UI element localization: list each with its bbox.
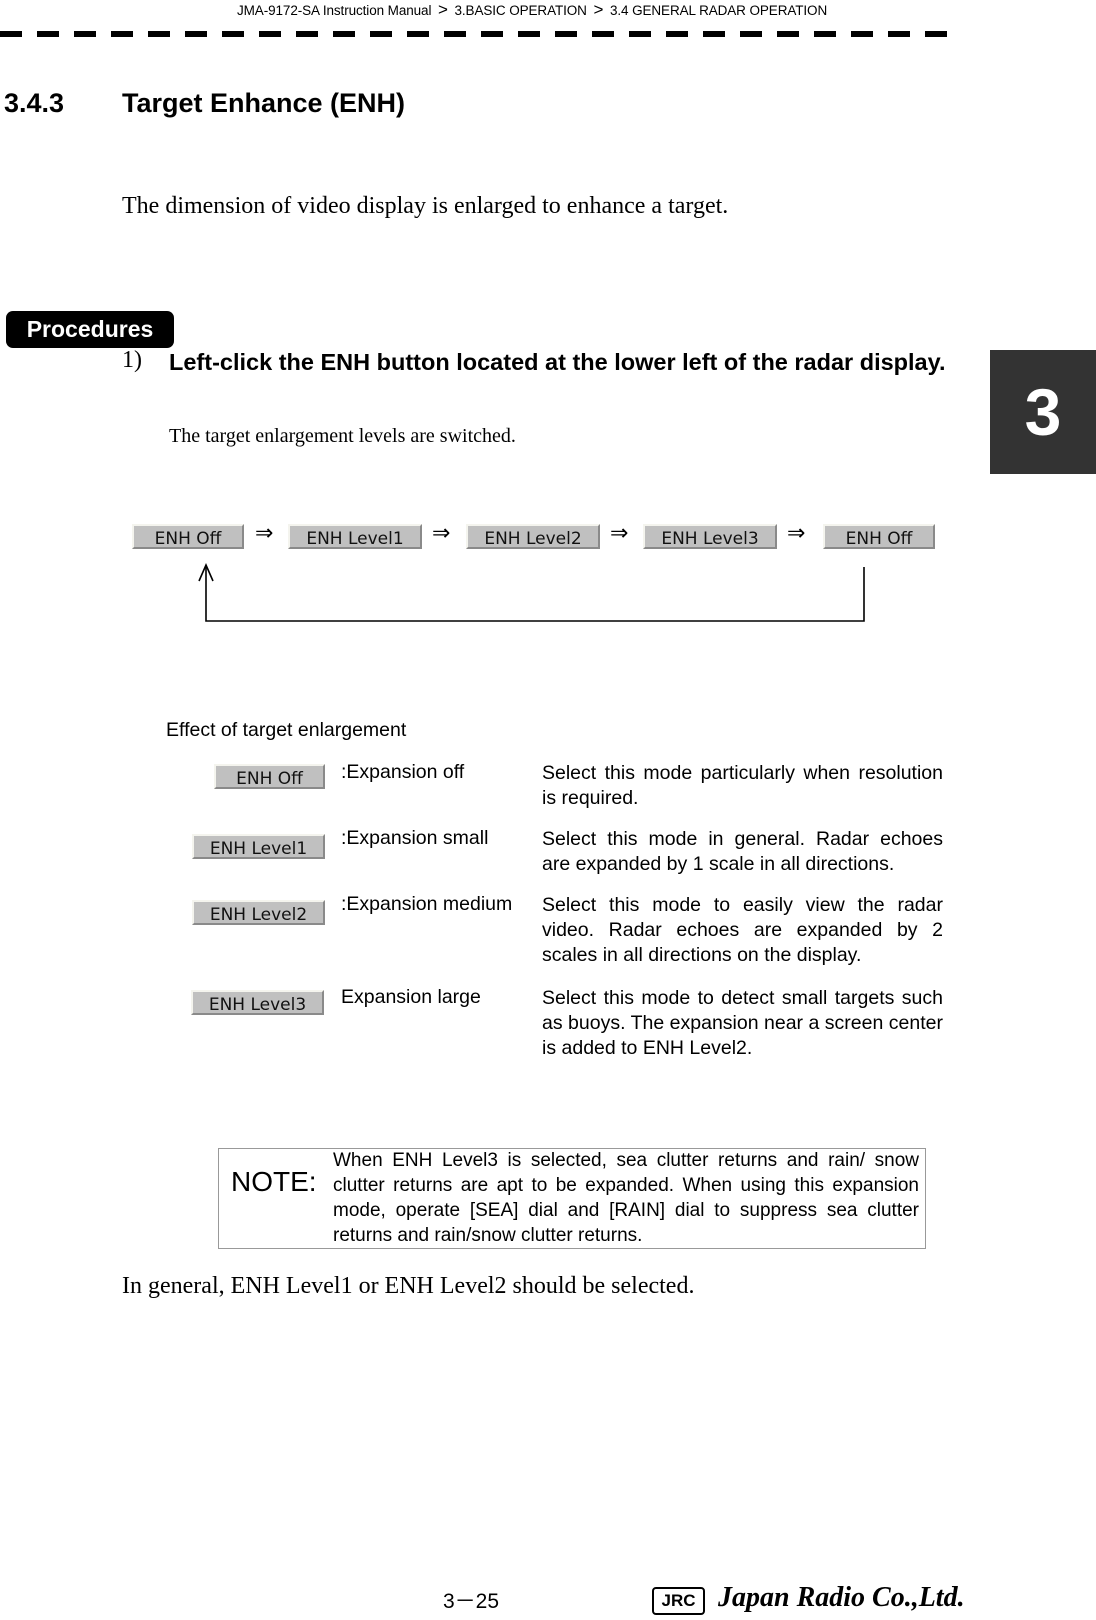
effect-row-button: ENH Level1	[192, 834, 325, 859]
company-logo: Japan Radio Co.,Ltd.	[718, 1582, 965, 1613]
jrc-logo-icon: JRC	[652, 1587, 705, 1615]
effect-row-description: Select this mode in general. Radar echoe…	[542, 828, 943, 875]
effect-row-button: ENH Level2	[192, 900, 325, 925]
page-number: 3－25	[443, 1590, 500, 1613]
effect-row-label: :Expansion small	[341, 827, 489, 849]
note-label: NOTE:	[231, 1166, 317, 1197]
effect-row-button: ENH Off	[214, 764, 325, 789]
effect-row-label: :Expansion off	[341, 761, 465, 783]
effect-row-label: Expansion large	[341, 986, 481, 1008]
loop-back-arrow-icon	[198, 563, 865, 622]
effect-row-description: Select this mode to easily view the rada…	[542, 894, 943, 966]
chapter-tab: 3	[990, 350, 1096, 474]
effect-row-button: ENH Level3	[191, 990, 324, 1015]
effects-title: Effect of target enlargement	[166, 719, 407, 741]
note-text: When ENH Level3 is selected, sea clutter…	[333, 1150, 919, 1246]
closing-text: In general, ENH Level1 or ENH Level2 sho…	[122, 1273, 695, 1299]
effect-row-description: Select this mode to detect small targets…	[542, 987, 943, 1059]
note-box: NOTE: When ENH Level3 is selected, sea c…	[218, 1148, 926, 1249]
effect-row-label: :Expansion medium	[341, 893, 513, 915]
effect-row-description: Select this mode particularly when resol…	[542, 762, 943, 809]
